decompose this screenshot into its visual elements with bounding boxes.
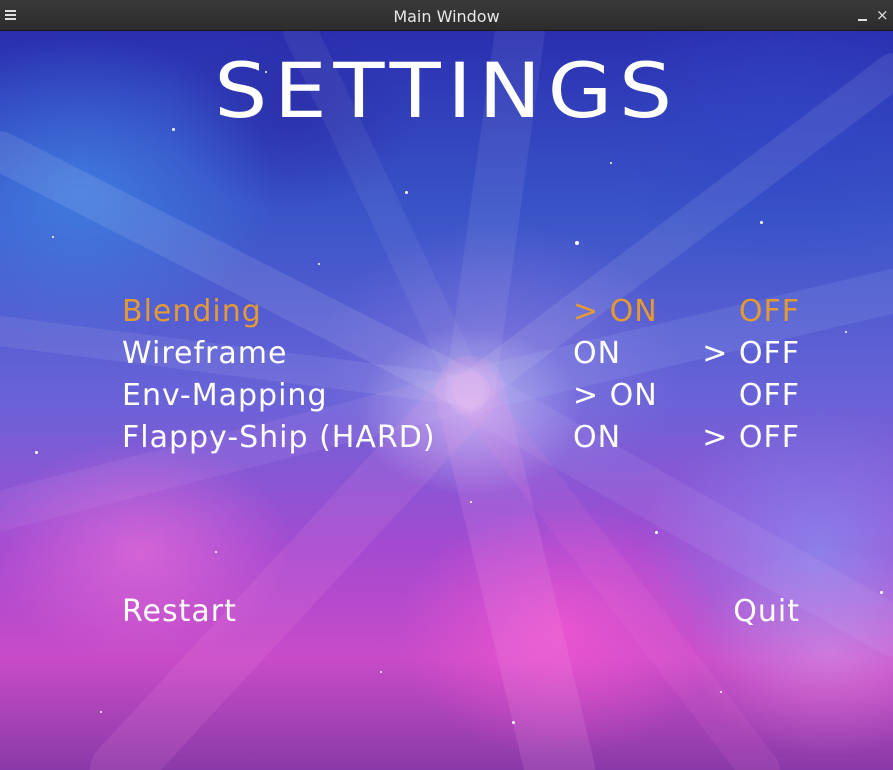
- star: [880, 591, 883, 594]
- option-blending-off[interactable]: OFF: [692, 295, 800, 329]
- option-env-mapping-on[interactable]: > ON: [573, 379, 658, 413]
- option-wireframe-on[interactable]: ON: [573, 337, 621, 371]
- title-bar: Main Window ×: [0, 0, 893, 31]
- main-window: Main Window × SETTINGS Blending > ON OFF…: [0, 0, 893, 770]
- star: [575, 241, 579, 245]
- option-env-mapping-label[interactable]: Env-Mapping: [122, 379, 328, 413]
- option-env-mapping-off[interactable]: OFF: [692, 379, 800, 413]
- quit-button[interactable]: Quit: [700, 595, 800, 629]
- star: [52, 236, 54, 238]
- option-wireframe-off[interactable]: > OFF: [692, 337, 800, 371]
- star: [100, 711, 102, 713]
- star: [215, 551, 217, 553]
- star: [720, 691, 722, 693]
- galaxy-background: SETTINGS Blending > ON OFF Wireframe ON …: [0, 31, 893, 770]
- option-flappy-ship-on[interactable]: ON: [573, 421, 621, 455]
- option-blending-on[interactable]: > ON: [573, 295, 658, 329]
- star: [610, 162, 612, 164]
- option-wireframe-label[interactable]: Wireframe: [122, 337, 287, 371]
- star: [845, 331, 847, 333]
- close-icon[interactable]: ×: [876, 8, 889, 23]
- star: [380, 671, 382, 673]
- restart-button[interactable]: Restart: [122, 595, 237, 629]
- minimize-icon[interactable]: [858, 19, 867, 21]
- star: [512, 721, 515, 724]
- window-title: Main Window: [393, 7, 500, 26]
- star: [470, 501, 472, 503]
- star: [318, 263, 320, 265]
- star: [405, 191, 408, 194]
- option-flappy-ship-off[interactable]: > OFF: [692, 421, 800, 455]
- option-flappy-ship-label[interactable]: Flappy-Ship (HARD): [122, 421, 436, 455]
- settings-heading: SETTINGS: [214, 46, 679, 135]
- option-blending-label[interactable]: Blending: [122, 295, 262, 329]
- star: [760, 221, 763, 224]
- star: [35, 451, 38, 454]
- star: [655, 531, 658, 534]
